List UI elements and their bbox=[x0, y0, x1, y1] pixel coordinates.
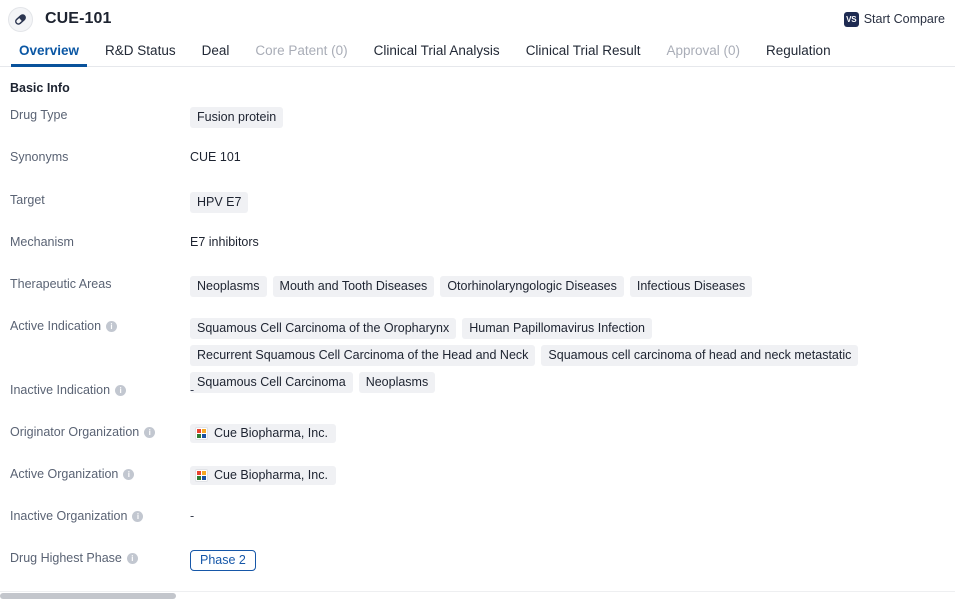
info-icon[interactable]: i bbox=[115, 384, 127, 396]
field-value-target: HPV E7 bbox=[190, 192, 955, 213]
field-label-synonyms: Synonyms bbox=[0, 149, 190, 165]
overview-panel: Basic Info Drug Type Fusion protein Syno… bbox=[0, 67, 955, 592]
field-row-drug-type: Drug Type Fusion protein bbox=[0, 107, 955, 149]
horizontal-scrollbar[interactable] bbox=[0, 591, 955, 599]
info-icon[interactable]: i bbox=[123, 468, 135, 480]
tag-organization[interactable]: Cue Biopharma, Inc. bbox=[190, 466, 336, 485]
field-value-inactive-indication: - bbox=[190, 382, 955, 399]
field-label-originator-organization: Originator Organization i bbox=[0, 424, 190, 440]
field-label-text: Therapeutic Areas bbox=[10, 277, 112, 291]
field-label-text: Target bbox=[10, 193, 45, 207]
page-header: CUE-101 VS Start Compare bbox=[0, 0, 955, 38]
organization-name: Cue Biopharma, Inc. bbox=[214, 426, 328, 440]
field-value-inactive-organization: - bbox=[190, 508, 955, 525]
tag-therapeutic-area[interactable]: Neoplasms bbox=[190, 276, 267, 297]
company-logo-icon bbox=[195, 469, 208, 482]
capsule-icon bbox=[8, 6, 33, 32]
tag-active-indication[interactable]: Recurrent Squamous Cell Carcinoma of the… bbox=[190, 345, 536, 366]
field-row-target: Target HPV E7 bbox=[0, 192, 955, 234]
field-label-text: Synonyms bbox=[10, 150, 69, 164]
tab-overview[interactable]: Overview bbox=[6, 38, 92, 67]
tab-clinical-trial-analysis[interactable]: Clinical Trial Analysis bbox=[361, 38, 513, 67]
synonyms-value: CUE 101 bbox=[190, 150, 241, 164]
section-title-basic-info: Basic Info bbox=[10, 81, 70, 95]
tab-core-patent[interactable]: Core Patent (0) bbox=[242, 38, 360, 67]
field-row-active-indication: Active Indication i Squamous Cell Carcin… bbox=[0, 318, 955, 393]
field-value-mechanism: E7 inhibitors bbox=[190, 234, 955, 251]
info-icon[interactable]: i bbox=[126, 552, 138, 564]
tab-regulation[interactable]: Regulation bbox=[753, 38, 844, 67]
field-label-mechanism: Mechanism bbox=[0, 234, 190, 250]
inactive-indication-value: - bbox=[190, 383, 195, 397]
field-label-inactive-organization: Inactive Organization i bbox=[0, 508, 190, 524]
field-label-text: Inactive Organization bbox=[10, 509, 128, 523]
tag-therapeutic-area[interactable]: Otorhinolaryngologic Diseases bbox=[440, 276, 624, 297]
inactive-organization-value: - bbox=[190, 509, 195, 523]
field-row-inactive-indication: Inactive Indication i - bbox=[0, 382, 955, 424]
status-badge-phase[interactable]: Phase 2 bbox=[190, 550, 256, 571]
field-value-therapeutic-areas: Neoplasms Mouth and Tooth Diseases Otorh… bbox=[190, 276, 955, 297]
tab-clinical-trial-result[interactable]: Clinical Trial Result bbox=[513, 38, 654, 67]
tag-therapeutic-area[interactable]: Infectious Diseases bbox=[629, 276, 753, 297]
tag-active-indication[interactable]: Human Papillomavirus Infection bbox=[462, 318, 652, 339]
field-label-text: Drug Highest Phase bbox=[10, 551, 122, 565]
field-row-mechanism: Mechanism E7 inhibitors bbox=[0, 234, 955, 276]
field-label-drug-type: Drug Type bbox=[0, 107, 190, 123]
field-value-synonyms: CUE 101 bbox=[190, 149, 955, 166]
field-value-originator-organization: Cue Biopharma, Inc. bbox=[190, 424, 955, 443]
field-row-inactive-organization: Inactive Organization i - bbox=[0, 508, 955, 550]
field-label-active-organization: Active Organization i bbox=[0, 466, 190, 482]
info-icon[interactable]: i bbox=[106, 320, 118, 332]
field-label-text: Active Organization bbox=[10, 467, 119, 481]
field-label-text: Drug Type bbox=[10, 108, 68, 122]
tab-rd-status[interactable]: R&D Status bbox=[92, 38, 189, 67]
field-row-drug-highest-phase: Drug Highest Phase i Phase 2 bbox=[0, 550, 955, 592]
field-label-text: Active Indication bbox=[10, 319, 102, 333]
vs-icon: VS bbox=[843, 11, 859, 27]
tag-organization[interactable]: Cue Biopharma, Inc. bbox=[190, 424, 336, 443]
field-row-synonyms: Synonyms CUE 101 bbox=[0, 149, 955, 192]
tag-target[interactable]: HPV E7 bbox=[190, 192, 249, 213]
field-row-originator-organization: Originator Organization i Cue Biopharma,… bbox=[0, 424, 955, 466]
horizontal-scrollbar-thumb[interactable] bbox=[0, 593, 176, 599]
start-compare-button[interactable]: VS Start Compare bbox=[843, 11, 945, 27]
field-row-therapeutic-areas: Therapeutic Areas Neoplasms Mouth and To… bbox=[0, 276, 955, 318]
tab-deal[interactable]: Deal bbox=[189, 38, 243, 67]
field-label-therapeutic-areas: Therapeutic Areas bbox=[0, 276, 190, 292]
field-row-active-organization: Active Organization i Cue Biopharma, Inc… bbox=[0, 466, 955, 508]
start-compare-label: Start Compare bbox=[863, 12, 945, 26]
field-label-active-indication: Active Indication i bbox=[0, 318, 190, 334]
tag-active-indication[interactable]: Squamous cell carcinoma of head and neck… bbox=[541, 345, 859, 366]
field-label-text: Mechanism bbox=[10, 235, 74, 249]
tag-active-indication[interactable]: Squamous Cell Carcinoma of the Oropharyn… bbox=[190, 318, 457, 339]
info-icon[interactable]: i bbox=[132, 510, 144, 522]
field-value-active-organization: Cue Biopharma, Inc. bbox=[190, 466, 955, 485]
tab-bar: Overview R&D Status Deal Core Patent (0)… bbox=[0, 38, 955, 67]
field-value-drug-highest-phase: Phase 2 bbox=[190, 550, 955, 571]
field-label-inactive-indication: Inactive Indication i bbox=[0, 382, 190, 398]
info-icon[interactable]: i bbox=[144, 426, 156, 438]
tab-approval[interactable]: Approval (0) bbox=[653, 38, 753, 67]
field-label-text: Inactive Indication bbox=[10, 383, 111, 397]
mechanism-value: E7 inhibitors bbox=[190, 235, 259, 249]
field-value-drug-type: Fusion protein bbox=[190, 107, 955, 128]
page-title: CUE-101 bbox=[45, 10, 112, 27]
field-label-text: Originator Organization bbox=[10, 425, 140, 439]
organization-name: Cue Biopharma, Inc. bbox=[214, 468, 328, 482]
field-label-target: Target bbox=[0, 192, 190, 208]
tag-therapeutic-area[interactable]: Mouth and Tooth Diseases bbox=[272, 276, 435, 297]
company-logo-icon bbox=[195, 427, 208, 440]
tag-drug-type[interactable]: Fusion protein bbox=[190, 107, 284, 128]
field-label-drug-highest-phase: Drug Highest Phase i bbox=[0, 550, 190, 566]
